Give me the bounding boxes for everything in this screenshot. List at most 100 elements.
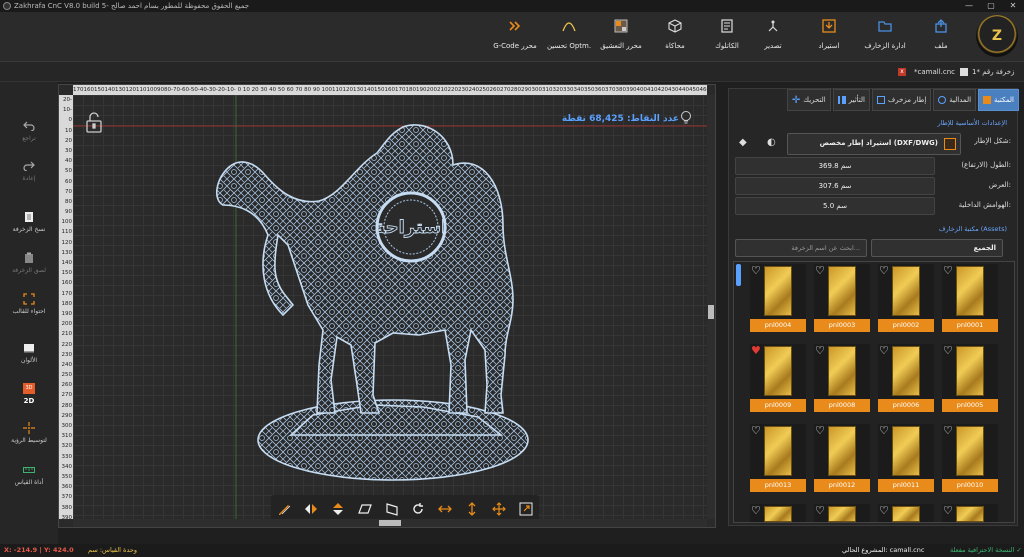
tab-medallion[interactable]: المدالية bbox=[933, 89, 977, 111]
favorite-heart-icon[interactable]: ♡ bbox=[879, 265, 889, 276]
frame-shape-select[interactable]: استيراد إطار مخصص (DXF/DWG) bbox=[787, 133, 961, 155]
copy-pattern-button[interactable]: نسخ الزخرفة bbox=[2, 211, 56, 233]
rotate-icon[interactable] bbox=[407, 498, 429, 519]
fill-toggle-icon[interactable]: ◐ bbox=[767, 137, 776, 148]
favorite-heart-icon[interactable]: ♡ bbox=[879, 505, 889, 516]
tab-move[interactable]: ✛ التحريك bbox=[786, 89, 831, 111]
width-field[interactable]: 307.6 سم bbox=[735, 177, 935, 195]
ribbon-manage-motifs-button[interactable]: ادارة الزخارف bbox=[856, 16, 914, 60]
assets-scrollbar[interactable] bbox=[736, 264, 741, 286]
tab-camall-file[interactable]: x *camall.cnc bbox=[898, 64, 955, 80]
ruler-tick-label: 150 bbox=[61, 270, 73, 277]
favorite-heart-icon[interactable]: ♡ bbox=[751, 505, 761, 516]
maximize-button[interactable]: ▢ bbox=[980, 0, 1002, 12]
drawing-area[interactable]: استراحة عدد النقاط: 68,425 نقطة bbox=[73, 95, 707, 519]
favorite-heart-icon[interactable]: ♡ bbox=[943, 265, 953, 276]
asset-tile[interactable]: ♡ pnl0003 bbox=[814, 264, 870, 332]
asset-tile[interactable]: ♡ pnl0002 bbox=[878, 264, 934, 332]
asset-name: pnl0001 bbox=[942, 319, 998, 332]
undo-button[interactable]: تراجع bbox=[2, 120, 56, 142]
height-field[interactable]: 369.8 سم bbox=[735, 157, 935, 175]
asset-tile[interactable]: ♡ pnl0001 bbox=[942, 264, 998, 332]
asset-tile[interactable]: ♡ bbox=[878, 504, 934, 522]
close-button[interactable]: ✕ bbox=[1002, 0, 1024, 12]
asset-tile[interactable]: ♡ pnl0008 bbox=[814, 344, 870, 412]
colors-icon bbox=[22, 342, 36, 354]
medallion-text: استراحة bbox=[375, 217, 447, 238]
minimize-button[interactable]: — bbox=[958, 0, 980, 12]
redo-button[interactable]: إعادة bbox=[2, 160, 56, 182]
ribbon-file-button[interactable]: ملف bbox=[912, 16, 970, 60]
asset-tile[interactable]: ♡ pnl0013 bbox=[750, 424, 806, 492]
favorite-heart-icon[interactable]: ♡ bbox=[815, 425, 825, 436]
asset-tile[interactable]: ♡ pnl0011 bbox=[878, 424, 934, 492]
tab-decorated-frame[interactable]: إطار مزخرف bbox=[871, 89, 932, 111]
colors-button[interactable]: الألوان bbox=[2, 342, 56, 364]
mirror-h-icon[interactable] bbox=[300, 498, 322, 519]
favorite-heart-icon[interactable]: ♡ bbox=[943, 345, 953, 356]
design-canvas[interactable]: 1701601501401301201101009080-70-60-50-40… bbox=[58, 84, 716, 528]
skew-h-icon[interactable] bbox=[354, 498, 376, 519]
ruler-tick-label: 30 bbox=[65, 147, 72, 154]
ruler-tick-label: 20 bbox=[65, 137, 72, 144]
favorite-heart-icon[interactable]: ♡ bbox=[815, 505, 825, 516]
ribbon-simulation-button[interactable]: محاكاة bbox=[646, 16, 704, 60]
tab-library[interactable]: المكتبة bbox=[978, 89, 1019, 111]
canvas-scrollbar-vertical[interactable] bbox=[707, 95, 715, 519]
tab-pattern-1[interactable]: زخرفة رقم *1 bbox=[960, 64, 1014, 80]
ribbon-optimize-button[interactable]: تحسين Optm. bbox=[540, 16, 598, 60]
layers-icon[interactable]: ◆ bbox=[739, 137, 747, 148]
center-view-button[interactable]: لتوسيط الرؤية bbox=[2, 422, 56, 444]
asset-search-input[interactable]: ابحث عن اسم الزخرفة... bbox=[735, 239, 867, 257]
asset-tile[interactable]: ♥ pnl0009 bbox=[750, 344, 806, 412]
favorite-heart-icon[interactable]: ♡ bbox=[815, 345, 825, 356]
mirror-v-icon[interactable] bbox=[327, 498, 349, 519]
close-tab-icon[interactable]: x bbox=[898, 68, 906, 76]
paste-pattern-button[interactable]: لصق الزخرفة bbox=[2, 252, 56, 274]
favorite-heart-icon[interactable]: ♡ bbox=[943, 505, 953, 516]
move-h-icon[interactable] bbox=[434, 498, 456, 519]
favorite-heart-icon[interactable]: ♥ bbox=[751, 345, 761, 356]
resize-icon[interactable] bbox=[515, 498, 537, 519]
pen-icon[interactable] bbox=[273, 498, 295, 519]
tab-effect[interactable]: التأثير bbox=[832, 89, 870, 111]
favorite-heart-icon[interactable]: ♡ bbox=[943, 425, 953, 436]
measure-tool-button[interactable]: أداة القياس bbox=[2, 464, 56, 486]
window-controls: — ▢ ✕ bbox=[958, 0, 1024, 12]
ruler-horizontal: 1701601501401301201101009080-70-60-50-40… bbox=[73, 85, 707, 95]
favorite-heart-icon[interactable]: ♡ bbox=[751, 265, 761, 276]
asset-tile[interactable]: ♡ bbox=[750, 504, 806, 522]
asset-tile[interactable]: ♡ pnl0006 bbox=[878, 344, 934, 412]
ruler-tick-label: 370 bbox=[61, 494, 73, 501]
asset-tile[interactable]: ♡ bbox=[814, 504, 870, 522]
move-v-icon[interactable] bbox=[461, 498, 483, 519]
category-select[interactable]: الجميع bbox=[871, 239, 1003, 257]
favorite-heart-icon[interactable]: ♡ bbox=[751, 425, 761, 436]
transform-toolbar bbox=[271, 495, 539, 519]
canvas-scrollbar-horizontal[interactable] bbox=[73, 519, 707, 527]
asset-tile[interactable]: ♡ pnl0010 bbox=[942, 424, 998, 492]
asset-tile[interactable]: ♡ pnl0004 bbox=[750, 264, 806, 332]
3d-icon: 3D bbox=[22, 382, 36, 394]
favorite-heart-icon[interactable]: ♡ bbox=[879, 425, 889, 436]
margin-field[interactable]: 5.0 سم bbox=[735, 197, 935, 215]
ribbon-gcode-editor-button[interactable]: G-Code محرر bbox=[486, 16, 544, 60]
asset-tile[interactable]: ♡ pnl0012 bbox=[814, 424, 870, 492]
ribbon-catalog-button[interactable]: الكاتلوك bbox=[698, 16, 756, 60]
ribbon-toolbar: Z ملف ادارة الزخارف استيراد تصدير الكاتل… bbox=[0, 12, 1024, 62]
ruler-tick-label: 250 bbox=[61, 372, 73, 379]
ruler-tick-label: 360 bbox=[61, 484, 73, 491]
asset-tile[interactable]: ♡ bbox=[942, 504, 998, 522]
fit-to-template-button[interactable]: احتواء للقالب bbox=[2, 293, 56, 315]
ribbon-nesting-editor-button[interactable]: محرر التعشيق bbox=[592, 16, 650, 60]
skew-v-icon[interactable] bbox=[381, 498, 403, 519]
move-all-icon[interactable] bbox=[488, 498, 510, 519]
favorite-heart-icon[interactable]: ♡ bbox=[815, 265, 825, 276]
favorite-heart-icon[interactable]: ♡ bbox=[879, 345, 889, 356]
ruler-tick-label: 20- bbox=[63, 97, 72, 103]
frame-shape-row: ◆ ◐ استيراد إطار مخصص (DXF/DWG) شكل الإط… bbox=[735, 133, 1011, 155]
view-2d-3d-toggle[interactable]: 3D 2D bbox=[2, 382, 56, 405]
points-count: عدد النقاط: 68,425 نقطة bbox=[561, 114, 679, 124]
ribbon-import-button[interactable]: استيراد bbox=[800, 16, 858, 60]
asset-tile[interactable]: ♡ pnl0005 bbox=[942, 344, 998, 412]
